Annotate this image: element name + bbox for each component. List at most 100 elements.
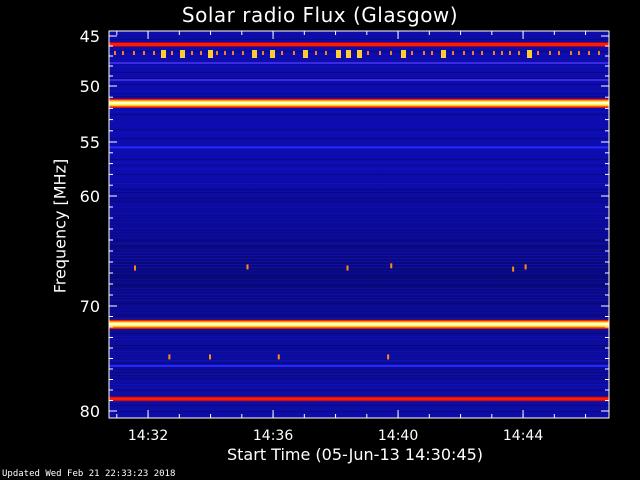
texture-line	[109, 141, 609, 142]
burst-mark	[598, 51, 600, 55]
texture-line	[109, 75, 609, 76]
texture-line	[109, 372, 609, 373]
texture-line	[109, 204, 609, 205]
burst-mark	[208, 50, 213, 58]
texture-line	[109, 123, 609, 124]
texture-line	[109, 189, 609, 190]
texture-line	[109, 258, 609, 259]
burst-mark	[180, 50, 185, 58]
texture-line	[109, 306, 609, 307]
burst-mark	[512, 266, 515, 272]
burst-mark	[200, 51, 202, 55]
texture-line	[109, 90, 609, 91]
burst-mark	[252, 50, 257, 58]
texture-line	[109, 348, 609, 349]
burst-mark	[411, 51, 413, 55]
texture-line	[109, 210, 609, 211]
burst-mark	[122, 51, 124, 55]
burst-mark	[441, 50, 446, 58]
burst-mark	[346, 50, 351, 58]
texture-line	[109, 402, 609, 403]
x-tick-label: 14:36	[253, 428, 293, 444]
band-faint	[109, 79, 609, 81]
burst-mark	[114, 51, 116, 55]
y-tick-label: 70	[80, 297, 100, 316]
texture-line	[109, 414, 609, 415]
texture-line	[109, 39, 609, 40]
texture-line	[109, 387, 609, 388]
texture-line	[109, 150, 609, 151]
texture-line	[109, 171, 609, 172]
burst-mark	[501, 51, 503, 55]
texture-line	[109, 153, 609, 154]
burst-mark	[281, 51, 283, 55]
texture-line	[109, 261, 609, 262]
plot-area	[109, 31, 609, 418]
texture-line	[109, 264, 609, 265]
burst-mark	[303, 50, 308, 58]
texture-line	[109, 222, 609, 223]
burst-mark	[472, 51, 474, 55]
burst-mark	[390, 51, 392, 55]
burst-mark	[481, 51, 483, 55]
texture-line	[109, 219, 609, 220]
burst-mark	[401, 50, 406, 58]
band-faint	[109, 364, 609, 367]
texture-line	[109, 183, 609, 184]
texture-line	[109, 225, 609, 226]
texture-line	[109, 312, 609, 313]
texture-line	[109, 96, 609, 97]
texture-line	[109, 216, 609, 217]
texture-line	[109, 333, 609, 334]
texture-line	[109, 255, 609, 256]
texture-line	[109, 240, 609, 241]
texture-line	[109, 159, 609, 160]
band-faint	[109, 146, 609, 149]
burst-mark	[379, 51, 381, 55]
y-axis-label: Frequency [MHz]	[50, 158, 70, 294]
burst-mark	[171, 51, 173, 55]
texture-line	[109, 144, 609, 145]
texture-line	[109, 207, 609, 208]
texture-line	[109, 195, 609, 196]
burst-mark	[325, 51, 327, 55]
burst-mark	[537, 51, 539, 55]
texture-line	[109, 411, 609, 412]
x-axis-label: Start Time (05-Jun-13 14:30:45)	[227, 445, 483, 464]
burst-mark	[431, 51, 433, 55]
texture-line	[109, 276, 609, 277]
texture-line	[109, 231, 609, 232]
burst-mark	[224, 51, 226, 55]
texture-line	[109, 378, 609, 379]
texture-line	[109, 315, 609, 316]
texture-line	[109, 297, 609, 298]
texture-line	[109, 156, 609, 157]
texture-line	[109, 291, 609, 292]
texture-line	[109, 201, 609, 202]
burst-mark	[588, 51, 590, 55]
texture-line	[109, 318, 609, 319]
texture-line	[109, 60, 609, 61]
texture-line	[109, 288, 609, 289]
burst-mark	[336, 50, 341, 58]
burst-mark	[209, 354, 211, 360]
band-core	[109, 322, 609, 326]
burst-mark	[463, 51, 465, 55]
burst-mark	[168, 354, 171, 360]
texture-line	[109, 363, 609, 364]
x-tick-label: 14:32	[128, 428, 168, 444]
texture-line	[109, 177, 609, 178]
burst-mark	[570, 51, 572, 55]
texture-line	[109, 282, 609, 283]
burst-mark	[262, 51, 264, 55]
texture-line	[109, 36, 609, 37]
texture-line	[109, 393, 609, 394]
texture-line	[109, 69, 609, 70]
burst-mark	[549, 51, 551, 55]
texture-line	[109, 246, 609, 247]
band-core	[109, 101, 609, 105]
y-tick-label: 45	[80, 27, 100, 46]
texture-line	[109, 279, 609, 280]
texture-line	[109, 357, 609, 358]
texture-line	[109, 162, 609, 163]
